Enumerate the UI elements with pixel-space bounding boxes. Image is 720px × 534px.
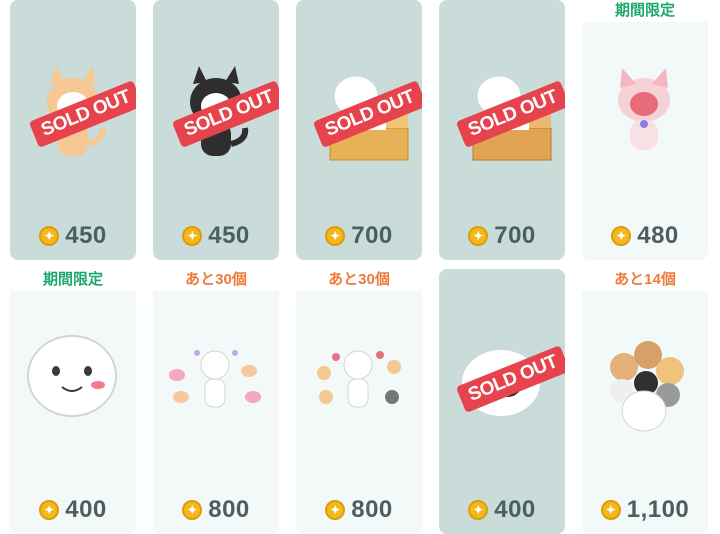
price: ✦ 1,100: [582, 496, 708, 524]
item-image-cat-pile: [582, 327, 708, 442]
price-value: 450: [208, 222, 250, 249]
price: ✦ 400: [439, 496, 565, 524]
price: ✦ 450: [10, 222, 136, 250]
shop-item-card[interactable]: SOLD OUT ✦ 400: [439, 269, 565, 534]
shop-item-card[interactable]: あと14個 ✦ 1,100: [582, 269, 708, 534]
coin-icon: ✦: [39, 226, 60, 246]
price-value: 1,100: [626, 496, 690, 523]
price: ✦ 700: [296, 222, 422, 250]
coin-icon: ✦: [468, 226, 489, 246]
shop-item-card[interactable]: あと30個 ✦ 800: [153, 269, 279, 534]
shop-item-card[interactable]: 期間限定 ✦ 400: [10, 269, 136, 534]
stock-tag: あと30個: [153, 269, 279, 291]
price: ✦ 800: [296, 496, 422, 524]
price: ✦ 450: [153, 222, 279, 250]
price-value: 400: [494, 496, 536, 523]
price: ✦ 800: [153, 496, 279, 524]
shop-item-card[interactable]: SOLD OUT ✦ 450: [153, 0, 279, 260]
limited-tag: 期間限定: [582, 0, 708, 22]
price-value: 800: [351, 496, 393, 523]
shop-item-card[interactable]: あと30個 ✦ 800: [296, 269, 422, 534]
coin-icon: ✦: [182, 500, 203, 520]
coin-icon: ✦: [611, 226, 632, 246]
price-value: 700: [494, 222, 536, 249]
shop-item-card[interactable]: SOLD OUT ✦ 700: [439, 0, 565, 260]
coin-icon: ✦: [325, 500, 346, 520]
price-value: 800: [208, 496, 250, 523]
shop-item-card[interactable]: 期間限定 ✦ 480: [582, 0, 708, 260]
coin-icon: ✦: [600, 500, 621, 520]
limited-tag: 期間限定: [10, 269, 136, 291]
item-image-pink-dog-costume: [582, 66, 708, 171]
stock-tag: あと14個: [582, 269, 708, 291]
coin-icon: ✦: [325, 226, 346, 246]
price-value: 480: [637, 222, 679, 249]
shop-item-card[interactable]: SOLD OUT ✦ 450: [10, 0, 136, 260]
price-value: 450: [65, 222, 107, 249]
price-value: 700: [351, 222, 393, 249]
shop-item-card[interactable]: SOLD OUT ✦ 700: [296, 0, 422, 260]
coin-icon: ✦: [468, 500, 489, 520]
item-image-cats-flowers: [296, 331, 422, 436]
coin-icon: ✦: [182, 226, 203, 246]
price: ✦ 700: [439, 222, 565, 250]
item-image-face-blush: [10, 321, 136, 436]
item-image-pink-flowers: [153, 331, 279, 436]
price: ✦ 480: [582, 222, 708, 250]
price-value: 400: [65, 496, 107, 523]
coin-icon: ✦: [39, 500, 60, 520]
price: ✦ 400: [10, 496, 136, 524]
stock-tag: あと30個: [296, 269, 422, 291]
